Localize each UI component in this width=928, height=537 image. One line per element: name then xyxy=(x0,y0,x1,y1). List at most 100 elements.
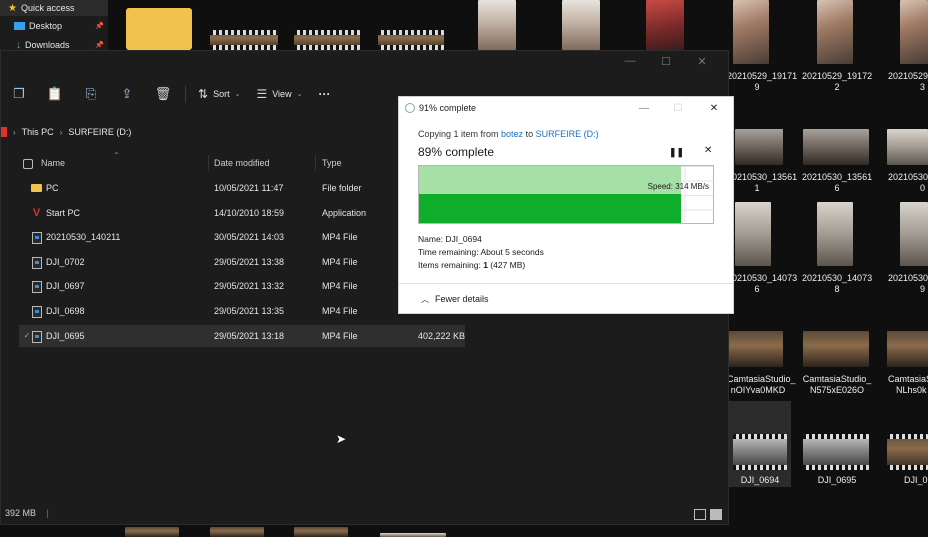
breadcrumb-drive[interactable]: SURFEIRE (D:) xyxy=(68,127,131,137)
sort-button[interactable]: ⇅ Sort ⌄ xyxy=(190,82,248,106)
share-icon[interactable]: ⇪ xyxy=(109,82,145,106)
desktop-thumbnail[interactable] xyxy=(378,30,444,50)
items-row: Items remaining: 1 (427 MB) xyxy=(418,260,525,270)
desktop-thumbnail[interactable] xyxy=(803,434,869,470)
video-file-icon xyxy=(32,232,42,245)
column-name[interactable]: Name xyxy=(41,158,65,168)
desktop-thumbnail[interactable] xyxy=(817,202,853,266)
file-type: MP4 File xyxy=(322,281,358,292)
delete-icon[interactable]: 🗑 xyxy=(145,82,181,106)
desktop-thumbnail[interactable] xyxy=(887,434,928,470)
tiles-view-icon[interactable] xyxy=(710,509,722,520)
desktop-thumbnail[interactable] xyxy=(380,533,446,537)
desktop-item-label: 20210529_19173 xyxy=(888,71,928,92)
quick-access-pane: ★ Quick access Desktop 📌 ↓ Downloads 📌 xyxy=(0,0,108,51)
desktop-item-label: DJI_0695 xyxy=(817,475,857,485)
pause-icon[interactable]: ❚❚ xyxy=(669,147,684,158)
speed-readout: Speed: 314 MB/s xyxy=(647,182,709,191)
select-all-checkbox[interactable] xyxy=(23,159,33,169)
folder-icon xyxy=(31,184,42,192)
desktop-thumbnail[interactable] xyxy=(478,0,516,50)
copy-icon[interactable]: ❐ xyxy=(1,82,37,106)
file-row[interactable]: ✓ DJI_0695 29/05/2021 13:18 MP4 File 402,222… xyxy=(19,324,465,347)
desktop-item-label: CamtasiaStudio_ nOIYva0MKD xyxy=(727,374,796,395)
status-bar: 392 MB | xyxy=(5,508,49,518)
nav-item-quick-access[interactable]: ★ Quick access xyxy=(0,0,108,16)
transfer-speed-graph: Speed: 314 MB/s xyxy=(418,165,714,224)
details-view-icon[interactable] xyxy=(694,509,706,520)
desktop-thumbnail[interactable] xyxy=(817,0,853,64)
minimize-icon[interactable]: — xyxy=(612,51,648,71)
name-label: Name: xyxy=(418,234,446,244)
view-icon: ☰ xyxy=(256,87,268,101)
video-file-icon xyxy=(32,281,42,294)
sort-up-icon: ⌃ xyxy=(113,151,120,160)
desktop-thumbnail[interactable] xyxy=(729,331,783,367)
desktop-thumbnail[interactable] xyxy=(900,202,928,266)
minimize-icon[interactable]: — xyxy=(627,100,661,116)
chevron-right-icon: › xyxy=(59,127,63,137)
file-name: 20210530_140211 xyxy=(46,232,121,243)
desktop-thumbnail[interactable] xyxy=(735,202,771,266)
more-options-button[interactable]: ··· xyxy=(310,82,338,106)
column-divider xyxy=(208,155,209,171)
file-date: 30/05/2021 14:03 xyxy=(214,232,285,243)
copy-prefix-text: Copying 1 item from xyxy=(418,129,502,139)
source-link[interactable]: botez xyxy=(501,129,523,139)
paste-icon[interactable]: 📋 xyxy=(37,82,73,106)
desktop-thumbnail[interactable] xyxy=(733,434,787,470)
row-checkbox[interactable]: ✓ xyxy=(23,331,31,340)
desktop-thumbnail[interactable] xyxy=(210,527,264,537)
desktop-thumbnail[interactable] xyxy=(126,8,192,50)
video-file-icon xyxy=(32,330,42,343)
cancel-icon[interactable]: ✕ xyxy=(704,145,712,156)
copy-to-text: to xyxy=(523,129,536,139)
drive-icon xyxy=(1,127,7,137)
cursor-icon: ➤ xyxy=(336,432,347,446)
desktop-thumbnail[interactable] xyxy=(735,129,783,165)
desktop-thumbnail[interactable] xyxy=(294,30,360,50)
desktop-thumbnail[interactable] xyxy=(733,0,769,64)
close-icon[interactable]: ✕ xyxy=(697,100,731,116)
close-icon[interactable]: ✕ xyxy=(684,51,720,71)
file-name: DJI_0702 xyxy=(46,256,85,267)
file-date: 29/05/2021 13:18 xyxy=(214,330,285,341)
view-button[interactable]: ☰ View ⌄ xyxy=(248,82,310,106)
rename-icon[interactable]: ⎘ xyxy=(73,82,109,106)
desktop-thumbnail[interactable] xyxy=(125,527,179,537)
file-type: Application xyxy=(322,207,367,218)
desktop-thumbnail[interactable] xyxy=(210,30,278,50)
desktop-item-label: 20210530_14073 8 xyxy=(802,273,873,294)
breadcrumb-this-pc[interactable]: This PC xyxy=(22,127,54,137)
column-divider xyxy=(315,155,316,171)
time-row: Time remaining: About 5 seconds xyxy=(418,247,544,257)
desktop-thumbnail[interactable] xyxy=(887,331,928,367)
download-icon: ↓ xyxy=(16,39,21,51)
desktop-thumbnail[interactable] xyxy=(803,331,869,367)
file-date: 14/10/2010 18:59 xyxy=(214,207,285,218)
fewer-details-button[interactable]: ︿ Fewer details xyxy=(421,294,489,305)
column-date-modified[interactable]: Date modified xyxy=(214,158,270,168)
file-type: MP4 File xyxy=(322,232,358,243)
desktop-thumbnail[interactable] xyxy=(294,527,348,537)
desktop-item-label: 20210529_19172 2 xyxy=(802,71,873,92)
desktop-thumbnail[interactable] xyxy=(887,129,928,165)
desktop-thumbnail[interactable] xyxy=(803,129,869,165)
nav-item-label: Downloads xyxy=(25,40,70,50)
desktop-thumbnail[interactable] xyxy=(900,0,928,64)
pin-icon: 📌 xyxy=(95,42,104,49)
time-label: Time remaining: xyxy=(418,247,481,257)
desktop-item-label: 20210530_13561 6 xyxy=(802,172,873,193)
column-type[interactable]: Type xyxy=(322,158,342,168)
maximize-icon[interactable]: ☐ xyxy=(648,51,684,71)
desktop-item-label: DJI_0 xyxy=(904,475,928,485)
destination-link[interactable]: SURFEIRE (D:) xyxy=(536,129,599,139)
chevron-down-icon: ⌄ xyxy=(296,91,303,98)
desktop-thumbnail[interactable] xyxy=(646,0,684,50)
nav-item-desktop[interactable]: Desktop 📌 xyxy=(0,18,108,34)
desktop-item-label: DJI_0694 xyxy=(740,475,780,485)
file-type: MP4 File xyxy=(322,256,358,267)
file-type: MP4 File xyxy=(322,306,358,316)
desktop-thumbnail[interactable] xyxy=(562,0,600,50)
desktop-icon xyxy=(14,22,25,30)
